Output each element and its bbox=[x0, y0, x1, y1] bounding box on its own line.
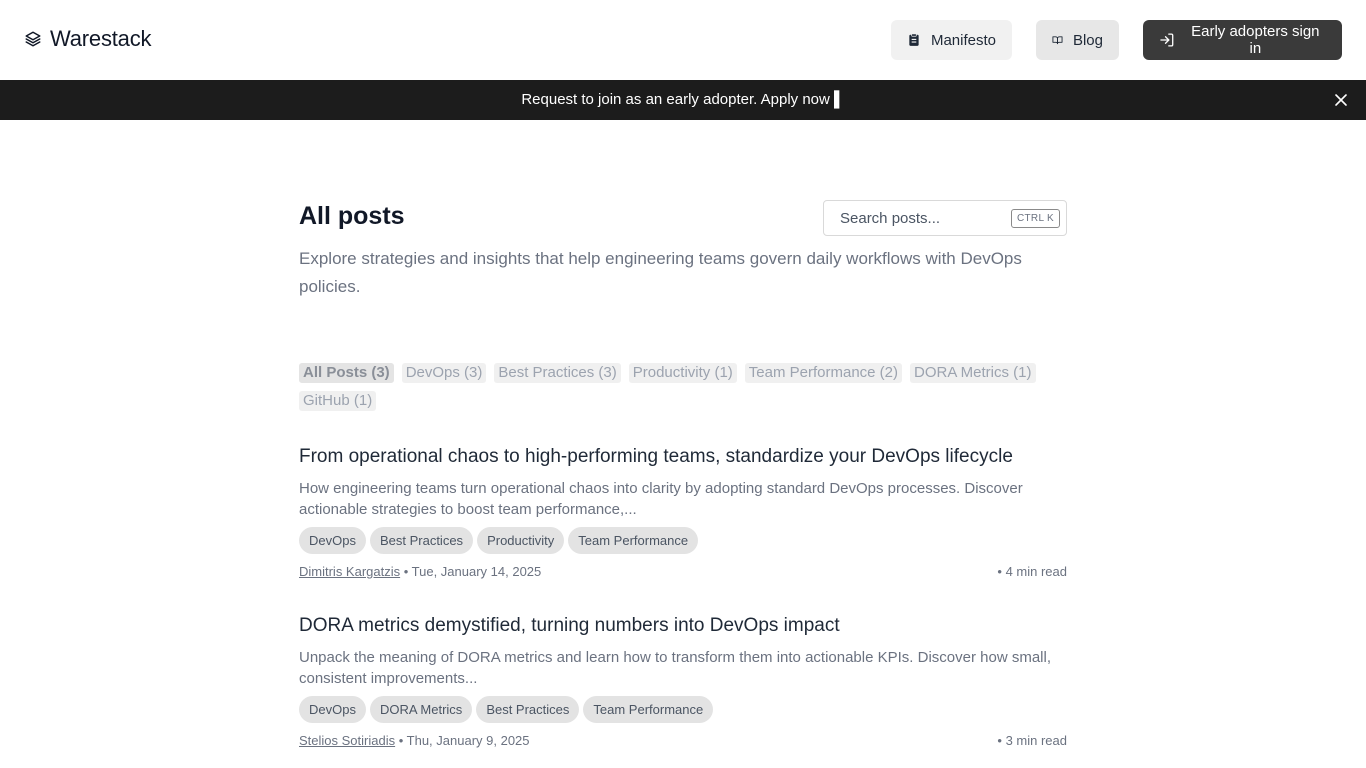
brand-logo[interactable]: Warestack bbox=[24, 26, 151, 52]
layers-icon bbox=[25, 31, 41, 47]
manifesto-button[interactable]: Manifesto bbox=[891, 20, 1012, 60]
category-filters: All Posts (3) DevOps (3) Best Practices … bbox=[299, 363, 1067, 411]
brand-name: Warestack bbox=[50, 26, 152, 51]
early-adopters-signin-button[interactable]: Early adopters sign in bbox=[1143, 20, 1342, 60]
manifesto-label: Manifesto bbox=[930, 31, 996, 49]
post-card: From operational chaos to high-performin… bbox=[299, 445, 1067, 581]
post-read-time: • 3 min read bbox=[997, 733, 1067, 748]
filter-all-posts[interactable]: All Posts (3) bbox=[299, 363, 394, 383]
post-meta: Stelios Sotiriadis • Thu, January 9, 202… bbox=[299, 733, 1067, 750]
filter-dora-metrics[interactable]: DORA Metrics (1) bbox=[910, 363, 1036, 383]
signin-label: Early adopters sign in bbox=[1191, 23, 1320, 57]
banner-text: Request to join as an early adopter. App… bbox=[521, 91, 835, 108]
post-tag[interactable]: Team Performance bbox=[583, 696, 714, 723]
post-meta: Dimitris Kargatzis • Tue, January 14, 20… bbox=[299, 564, 1067, 581]
post-tag[interactable]: Best Practices bbox=[369, 527, 474, 554]
search-input[interactable] bbox=[824, 201, 1009, 235]
banner-message: Request to join as an early adopter. App… bbox=[0, 91, 1366, 108]
post-excerpt: Unpack the meaning of DORA metrics and l… bbox=[299, 649, 1051, 687]
post-card: DORA metrics demystified, turning number… bbox=[299, 614, 1067, 750]
search-box: CTRL K bbox=[823, 200, 1067, 236]
announcement-banner: Request to join as an early adopter. App… bbox=[0, 80, 1366, 120]
post-tag[interactable]: DORA Metrics bbox=[369, 696, 473, 723]
log-in-icon bbox=[1160, 33, 1174, 47]
post-tag[interactable]: Best Practices bbox=[476, 696, 580, 723]
page-title: All posts bbox=[299, 202, 405, 230]
post-author-link[interactable]: Stelios Sotiriadis bbox=[299, 733, 395, 748]
page-subtitle: Explore strategies and insights that hel… bbox=[299, 249, 1022, 296]
post-title-link[interactable]: DORA metrics demystified, turning number… bbox=[299, 614, 1067, 638]
site-header: Warestack Manifesto Blog Early adopters … bbox=[0, 0, 1366, 80]
post-date: • Tue, January 14, 2025 bbox=[400, 564, 542, 579]
filter-best-practices[interactable]: Best Practices (3) bbox=[494, 363, 621, 383]
filter-github[interactable]: GitHub (1) bbox=[299, 391, 377, 411]
post-tag[interactable]: Team Performance bbox=[568, 527, 699, 554]
close-icon[interactable] bbox=[1334, 93, 1348, 107]
post-tag[interactable]: Productivity bbox=[477, 527, 565, 554]
post-tags: DevOps DORA Metrics Best Practices Team … bbox=[299, 696, 1067, 723]
post-author-link[interactable]: Dimitris Kargatzis bbox=[299, 564, 400, 579]
filter-devops[interactable]: DevOps (3) bbox=[401, 363, 487, 383]
post-tag[interactable]: DevOps bbox=[299, 527, 366, 554]
post-title-link[interactable]: From operational chaos to high-performin… bbox=[299, 445, 1067, 469]
clipboard-icon bbox=[909, 33, 919, 46]
apply-now-link[interactable]: Request to join as an early adopter. App… bbox=[521, 91, 844, 108]
book-open-icon bbox=[1052, 36, 1063, 45]
post-excerpt: How engineering teams turn operational c… bbox=[299, 480, 1023, 518]
post-tags: DevOps Best Practices Productivity Team … bbox=[299, 527, 1067, 554]
blog-label: Blog bbox=[1072, 31, 1103, 49]
post-date: • Thu, January 9, 2025 bbox=[395, 733, 530, 748]
banner-glyph: ▌ bbox=[834, 91, 845, 108]
post-read-time: • 4 min read bbox=[997, 564, 1067, 579]
filter-team-performance[interactable]: Team Performance (2) bbox=[744, 363, 902, 383]
blog-button[interactable]: Blog bbox=[1036, 20, 1119, 60]
search-shortcut-badge: CTRL K bbox=[1011, 209, 1060, 228]
filter-productivity[interactable]: Productivity (1) bbox=[628, 363, 737, 383]
post-tag[interactable]: DevOps bbox=[299, 696, 366, 723]
